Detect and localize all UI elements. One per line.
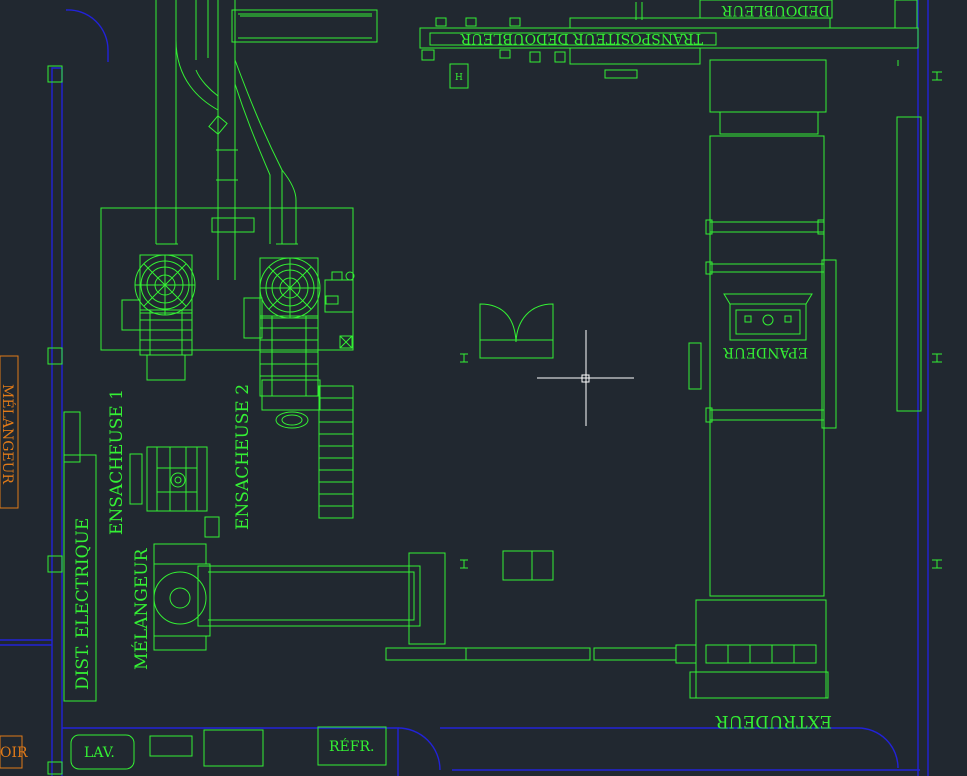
ensacheuse-1 [121,254,196,381]
oir-label: OIR [0,745,28,761]
ensacheuse-2 [243,257,355,429]
bottom-conveyor [385,644,697,664]
h-tag-label: H [455,73,463,83]
epandeur-label: EPANDEUR [723,344,808,360]
stairs [318,385,354,519]
refr-label: RÉFR. [329,737,374,755]
small-table [502,550,554,581]
side-rail [688,342,702,390]
lav-label: LAV. [84,745,115,761]
melangeur-label: MÉLANGEUR [131,547,152,670]
ensacheuse-2-label: ENSACHEUSE 2 [233,384,253,530]
right-line [689,59,922,699]
melangeur-external-label: MÉLANGEUR [0,384,17,484]
crosshair-cursor[interactable] [537,330,634,426]
melangeur [153,543,446,651]
transpositeur-label: TRANSPOSITEUR DEDOUBLEUR [460,30,703,46]
dedoubleur-label: DEDOUBLEUR [721,2,830,18]
ensacheuse-area [100,207,354,351]
small-vessel [129,446,220,538]
floor-marks [460,71,942,569]
dist-electrique-label: DIST. ELECTRIQUE [73,518,93,690]
cad-drawing-canvas[interactable]: DEDOUBLEUR TRANSPOSITEUR DEDOUBLEUR H EN… [0,0,967,776]
extrudeur-label: EXTRUDEUR [715,711,832,731]
bin-unit [479,303,554,359]
ensacheuse-1-label: ENSACHEUSE 1 [107,389,127,535]
